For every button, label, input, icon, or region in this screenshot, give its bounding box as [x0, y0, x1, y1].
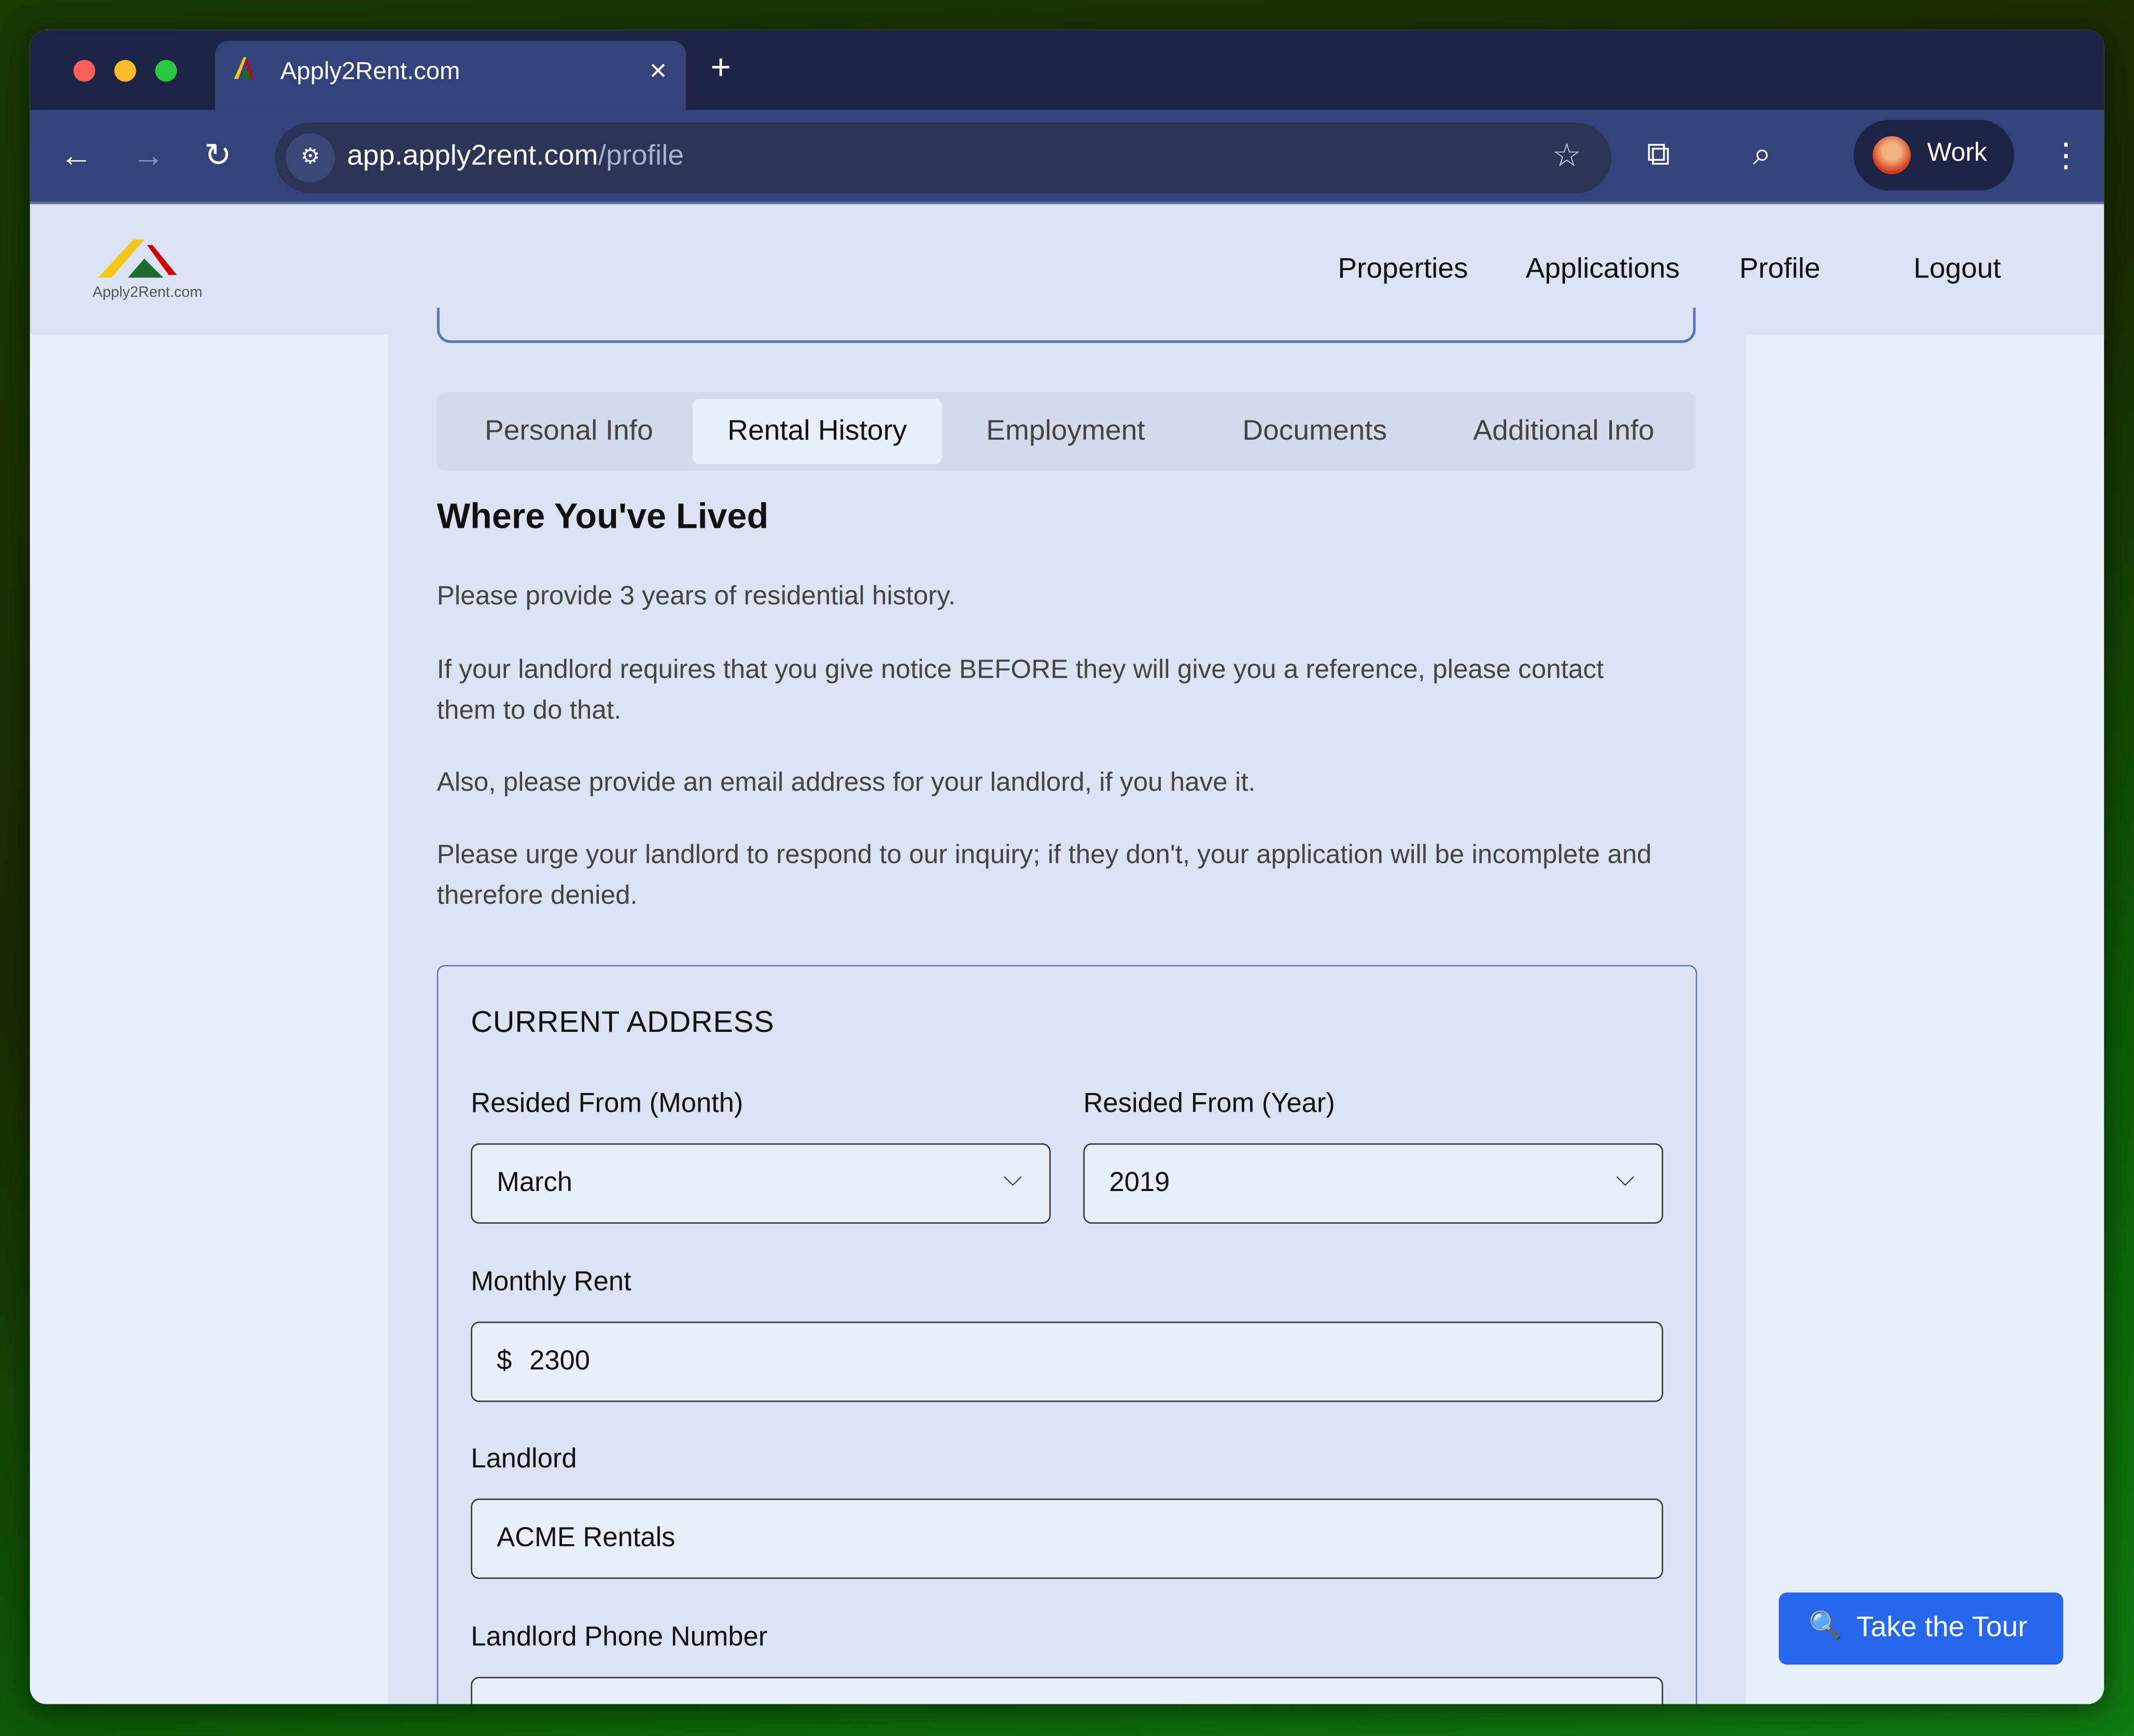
instruction-text: Please urge your landlord to respond to … — [437, 839, 1652, 911]
close-tab-icon[interactable]: × — [649, 53, 667, 88]
profile-button[interactable]: Work — [1854, 120, 2014, 191]
menu-kebab-icon[interactable]: ⋮ — [2049, 136, 2082, 176]
instruction-text: If your landlord requires that you give … — [437, 654, 1604, 726]
tab-rental-history[interactable]: Rental History — [693, 399, 942, 465]
nav-properties[interactable]: Properties — [1338, 253, 1468, 286]
month-label: Resided From (Month) — [471, 1089, 743, 1119]
tab-bar: Apply2Rent.com × + — [30, 30, 2104, 112]
url-text: app.apply2rent.com/profile — [347, 140, 684, 172]
landlord-input[interactable]: ACME Rentals — [471, 1499, 1663, 1579]
avatar — [1873, 136, 1911, 174]
back-icon[interactable]: ← — [60, 137, 93, 176]
tab-personal-info[interactable]: Personal Info — [448, 399, 690, 464]
bookmark-star-icon[interactable]: ☆ — [1552, 136, 1581, 176]
browser-tab[interactable]: Apply2Rent.com × — [215, 40, 686, 112]
rent-value: 2300 — [529, 1346, 590, 1376]
profile-name: Work — [1927, 138, 1987, 167]
nav-profile[interactable]: Profile — [1739, 253, 1820, 286]
tab-documents[interactable]: Documents — [1192, 399, 1438, 464]
month-select[interactable]: March ⌵ — [471, 1143, 1051, 1224]
year-label: Resided From (Year) — [1083, 1089, 1335, 1119]
dollar-prefix: $ — [497, 1346, 512, 1376]
address-bar[interactable]: ⚙ app.apply2rent.com/profile ☆ — [275, 122, 1611, 193]
rent-label: Monthly Rent — [471, 1267, 631, 1297]
instruction-text: Also, please provide an email address fo… — [437, 767, 1256, 798]
landlord-phone-label: Landlord Phone Number — [471, 1622, 768, 1653]
tab-title: Apply2Rent.com — [280, 57, 460, 85]
svg-text:Apply2Rent.com: Apply2Rent.com — [93, 284, 203, 300]
apply2rent-logo[interactable]: Apply2Rent.com — [93, 234, 215, 311]
favicon-icon — [234, 57, 254, 79]
section-title: Where You've Lived — [437, 495, 769, 537]
previous-section-box — [437, 307, 1696, 343]
profile-tabs: Personal Info Rental History Employment … — [437, 392, 1696, 471]
tab-employment[interactable]: Employment — [943, 399, 1188, 464]
maximize-window-button[interactable] — [155, 60, 177, 82]
instruction-text: Please provide 3 years of residential hi… — [437, 581, 956, 611]
chevron-down-icon: ⌵ — [1003, 1164, 1022, 1191]
main-content: Personal Info Rental History Employment … — [388, 307, 1746, 1704]
close-window-button[interactable] — [73, 60, 95, 82]
current-address-card: CURRENT ADDRESS Resided From (Month) Mar… — [437, 965, 1697, 1704]
tab-additional-info[interactable]: Additional Info — [1441, 399, 1687, 464]
minimize-window-button[interactable] — [114, 60, 136, 82]
monthly-rent-input[interactable]: $ 2300 — [471, 1321, 1663, 1402]
nav-logout[interactable]: Logout — [1914, 253, 2001, 286]
nav-applications[interactable]: Applications — [1526, 253, 1680, 286]
landlord-value: ACME Rentals — [497, 1523, 676, 1553]
magnifying-glass-icon: 🔍 — [1808, 1612, 1843, 1642]
landlord-phone-input[interactable] — [471, 1677, 1663, 1704]
new-tab-icon[interactable]: + — [710, 46, 731, 88]
browser-window: Apply2Rent.com × + ← → ↻ ⚙ app.apply2ren… — [30, 30, 2104, 1704]
take-the-tour-button[interactable]: 🔍 Take the Tour — [1778, 1592, 2063, 1665]
extensions-icon[interactable]: ⧉ — [1647, 136, 1670, 175]
landlord-label: Landlord — [471, 1444, 577, 1474]
site-settings-icon[interactable]: ⚙ — [286, 133, 335, 183]
tab-search-icon[interactable]: ⌕ — [1753, 136, 1771, 175]
reload-icon[interactable]: ↻ — [204, 136, 232, 176]
chevron-down-icon: ⌵ — [1616, 1164, 1635, 1191]
browser-toolbar: ← → ↻ ⚙ app.apply2rent.com/profile ☆ ⧉ ⌕… — [30, 110, 2104, 204]
year-select[interactable]: 2019 ⌵ — [1083, 1143, 1663, 1224]
forward-icon[interactable]: → — [132, 137, 165, 176]
year-value: 2019 — [1109, 1168, 1170, 1198]
tour-label: Take the Tour — [1856, 1612, 2028, 1643]
month-value: March — [497, 1168, 573, 1198]
card-title: CURRENT ADDRESS — [471, 1004, 775, 1039]
